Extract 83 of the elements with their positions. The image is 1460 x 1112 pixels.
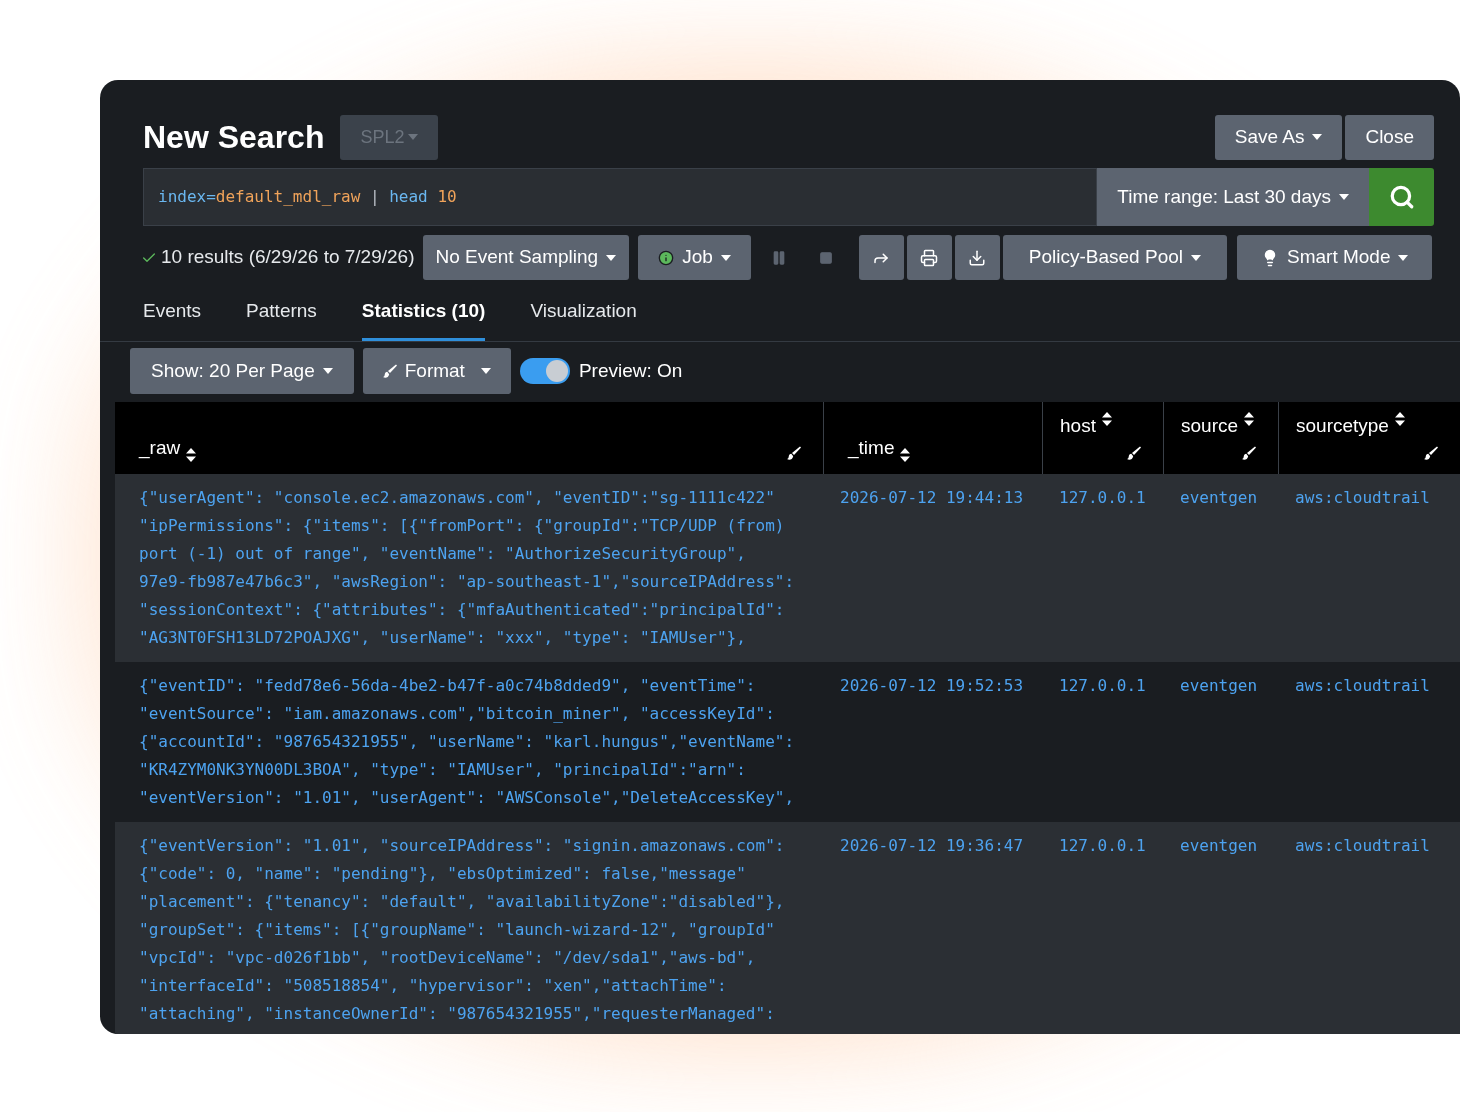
raw-line: "eventVersion": "1.01", "userAgent": "AWSConsole","DeleteAccessKey", <box>139 787 796 809</box>
preview-toggle[interactable] <box>519 358 570 384</box>
raw-line: "groupSet": {"items": [{"groupName": "launch-wizard-12", "groupId" <box>139 919 776 941</box>
raw-line: "ipPermissions": {"items": [{"fromPort": {"groupId":"TCP/UDP (from) <box>139 515 786 537</box>
raw-line: 97e9-fb987e47b6c3", "awsRegion": "ap-southeast-1","sourceIPAddress": <box>139 571 796 593</box>
sourcetype-cell: aws:cloudtrail <box>1295 676 1430 695</box>
header-button[interactable]: Close <box>1345 114 1434 160</box>
host-cell: 127.0.0.1 <box>1059 488 1146 507</box>
sourcetype-cell: aws:cloudtrail <box>1295 488 1430 507</box>
pool-dropdown[interactable]: Policy-Based Pool <box>1002 235 1227 280</box>
print-button[interactable] <box>906 235 952 280</box>
query-token: 10 <box>437 186 457 208</box>
sampling-dropdown[interactable]: No Event Sampling <box>422 235 630 280</box>
source-cell: eventgen <box>1180 676 1258 695</box>
query-token: | <box>368 186 381 208</box>
host-cell: 127.0.0.1 <box>1059 676 1146 695</box>
raw-line: {"code": 0, "name": "pending"}, "ebsOptimized": false,"message" <box>139 863 747 885</box>
column-label: host <box>1060 414 1096 438</box>
column-header[interactable]: _raw <box>115 402 823 474</box>
raw-line: {"eventVersion": "1.01", "sourceIPAddress": "signin.amazonaws.com": <box>139 835 786 857</box>
search-query-field[interactable]: index=default_mdl_raw | head 10 <box>143 168 1098 226</box>
sort-icon <box>186 448 197 462</box>
search-icon <box>1388 184 1415 210</box>
raw-line: {"userAgent": "console.ec2.amazonaws.com", "eventID":"sg-1111c422" <box>139 487 776 509</box>
mode-dropdown[interactable]: Smart Mode <box>1237 235 1433 280</box>
raw-line: "attaching", "instanceOwnerId": "987654321955","requesterManaged": <box>139 1003 776 1025</box>
results-tab[interactable]: Visualization <box>530 296 637 341</box>
caret-icon <box>720 254 731 261</box>
column-label: source <box>1181 414 1239 438</box>
sort-icon <box>1101 412 1112 426</box>
results-summary: 10 results (6/29/26 to 7/29/26) <box>161 245 415 270</box>
page-size-dropdown[interactable]: Show: 20 Per Page <box>130 348 354 394</box>
toggle-knob <box>545 360 568 382</box>
caret-icon <box>1398 254 1409 261</box>
source-cell: eventgen <box>1180 488 1258 507</box>
job-dropdown[interactable]: Job <box>638 235 751 280</box>
raw-line: "interfaceId": "508518854", "hypervisor": "xen","attachTime": <box>139 975 728 997</box>
column-label: _time <box>848 435 895 461</box>
caret-icon <box>1339 194 1349 200</box>
caret-icon <box>1191 254 1201 261</box>
raw-line: "eventSource": "iam.amazonaws.com","bitcoin_miner", "accessKeyId": <box>139 703 776 725</box>
results-tab[interactable]: Patterns <box>246 296 317 341</box>
raw-line: "vpcId": "vpc-d026f1bb", "rootDeviceName": "/dev/sda1","aws-bd", <box>139 947 757 969</box>
caret-icon <box>322 368 333 374</box>
sort-icon <box>1244 412 1255 426</box>
sort-icon <box>1394 412 1405 426</box>
preview-label: Preview: On <box>578 358 683 383</box>
raw-line: {"eventID": "fedd78e6-56da-4be2-b47f-a0c74b8dded9", "eventTime": <box>139 675 757 697</box>
caret-icon <box>480 368 491 374</box>
raw-line: "KR4ZYM0NK3YN00DL3BOA", "type": "IAMUser", "principalId":"arn": <box>139 759 747 781</box>
page-title: New Search <box>143 118 325 157</box>
caret-icon <box>606 254 617 261</box>
search-button[interactable] <box>1369 168 1434 226</box>
source-cell: eventgen <box>1180 836 1258 855</box>
results-tab[interactable]: Events <box>143 296 202 341</box>
column-label: _raw <box>139 435 181 461</box>
raw-line: port (-1) out of range", "eventName": "AuthorizeSecurityGroup", <box>139 543 747 565</box>
time-cell: 2026-07-12 19:44:13 <box>840 488 1024 507</box>
sourcetype-cell: aws:cloudtrail <box>1295 836 1430 855</box>
column-label: sourcetype <box>1296 414 1389 438</box>
time-cell: 2026-07-12 19:36:47 <box>840 836 1024 855</box>
raw-line: "placement": {"tenancy": "default", "availabilityZone":"disabled"}, <box>139 891 786 913</box>
printer-icon <box>920 248 939 267</box>
query-token: default_mdl_raw <box>215 186 361 208</box>
query-token: index= <box>158 186 216 208</box>
header-button[interactable]: Save As <box>1214 114 1343 160</box>
raw-line: "AG3NT0FSH13LD72POAJXG", "userName": "xxx", "type": "IAMUser"}, <box>139 627 747 649</box>
raw-line: {"accountId": "987654321955", "userName": "karl.hungus","eventName": <box>139 731 796 753</box>
export-button[interactable] <box>954 235 1000 280</box>
info-icon <box>658 249 675 266</box>
results-tab[interactable]: Statistics (10) <box>361 296 486 341</box>
time-cell: 2026-07-12 19:52:53 <box>840 676 1024 695</box>
share-button[interactable] <box>858 235 904 280</box>
sort-icon <box>900 448 911 462</box>
stop-icon[interactable] <box>818 250 833 265</box>
query-token: head <box>389 186 429 208</box>
time-range-dropdown[interactable]: Time range: Last 30 days <box>1097 168 1369 226</box>
host-cell: 127.0.0.1 <box>1059 836 1146 855</box>
format-dropdown[interactable]: Format <box>362 348 511 394</box>
raw-line: "sessionContext": {"attributes": {"mfaAuthenticated":"principalId": <box>139 599 786 621</box>
caret-icon <box>408 134 419 140</box>
download-icon <box>968 248 987 267</box>
brush-icon <box>382 364 397 378</box>
